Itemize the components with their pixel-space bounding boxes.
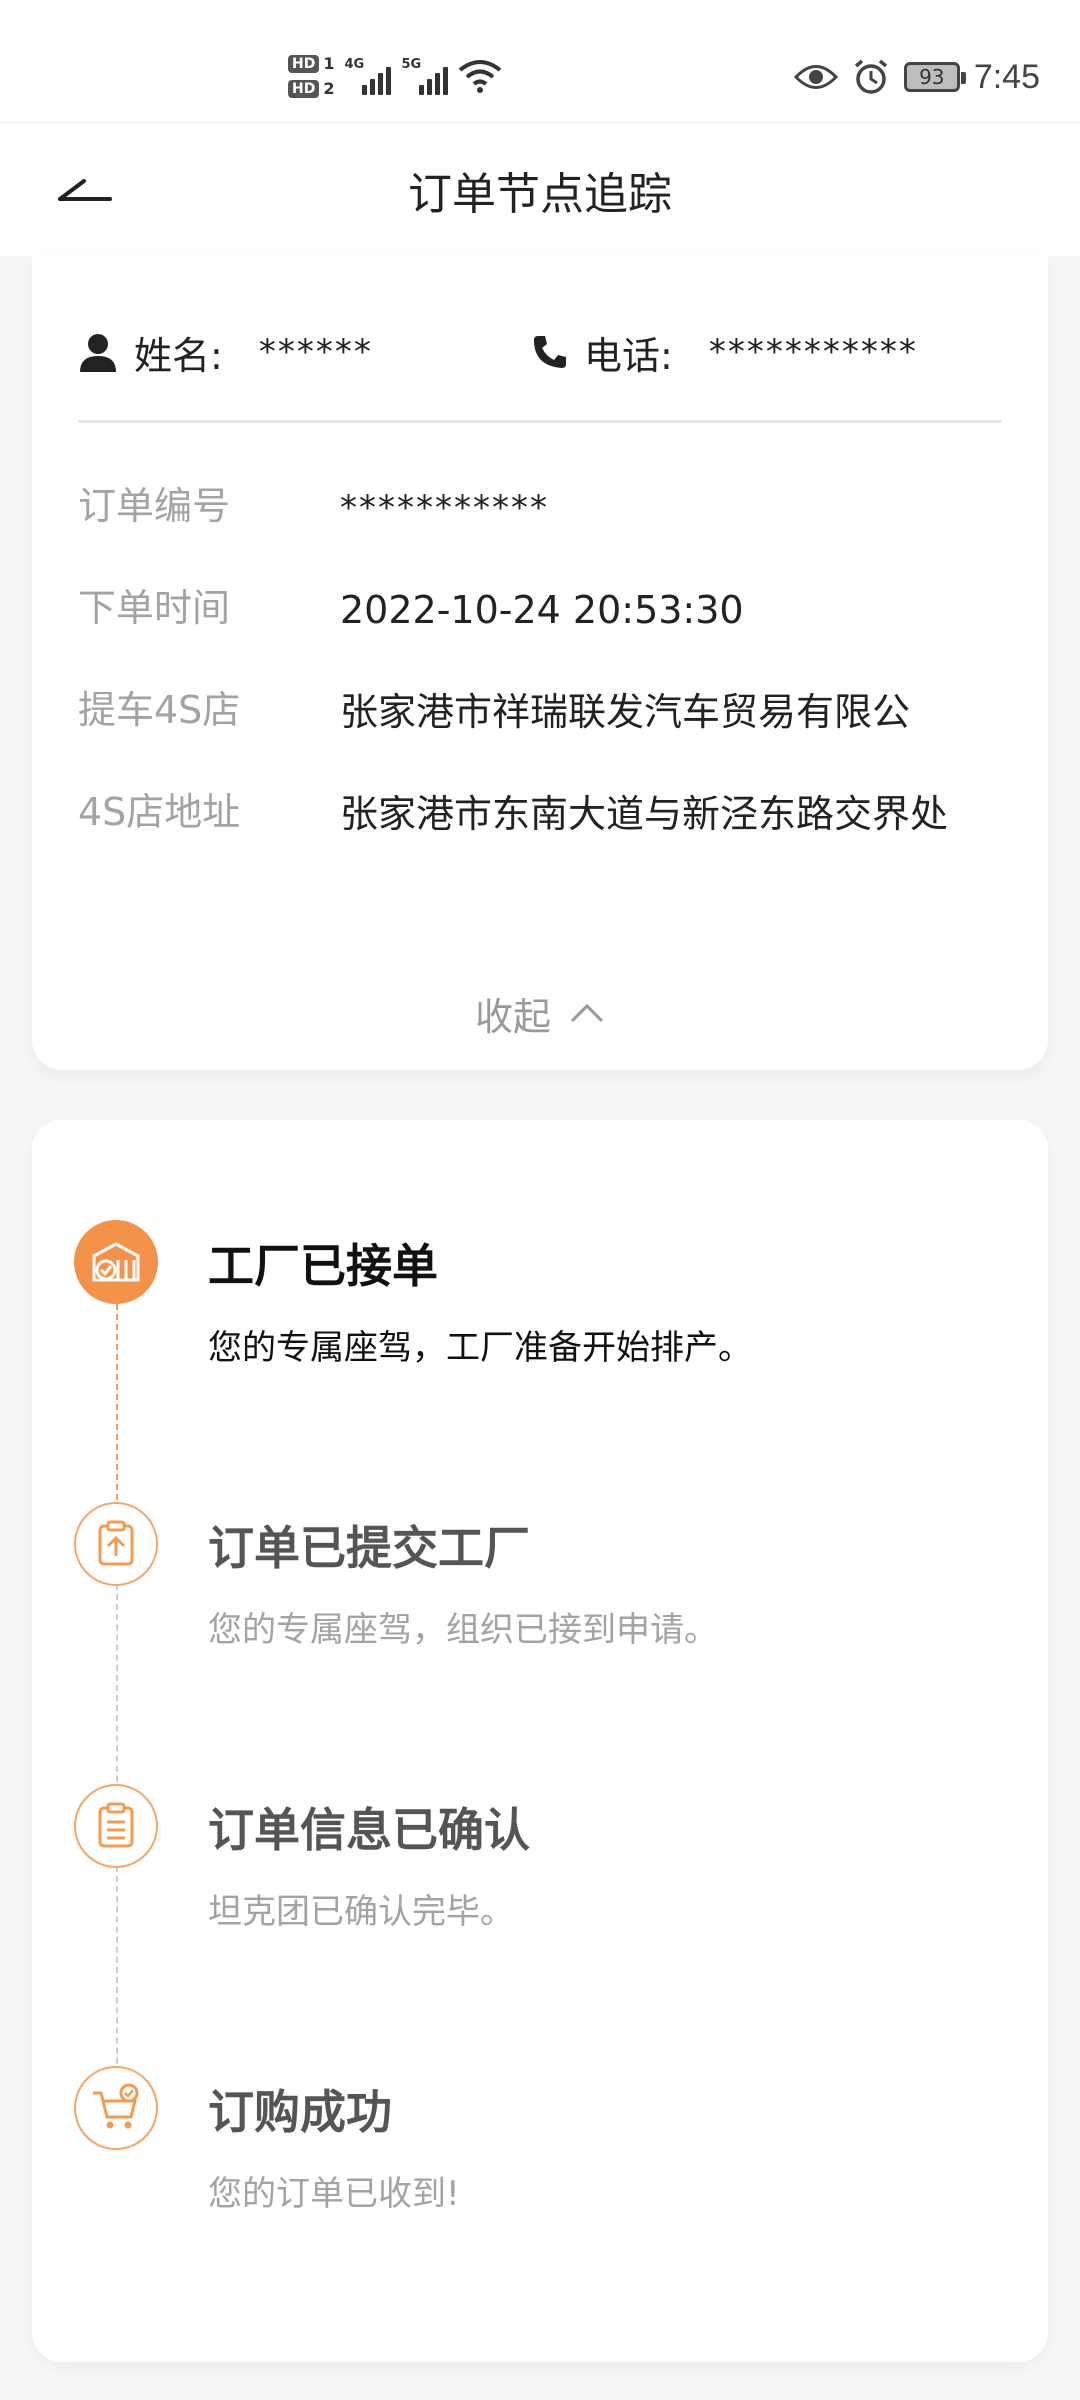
info-label: 订单编号 xyxy=(78,484,231,528)
status-left: HD 1 HD 2 4G 5G xyxy=(288,44,502,108)
battery-indicator: 93 xyxy=(903,62,966,92)
clipboard-list-icon xyxy=(74,1784,158,1868)
contact-row: 姓名: ****** 电话: *********** xyxy=(78,316,1002,388)
collapse-label: 收起 xyxy=(474,994,551,1039)
info-label: 下单时间 xyxy=(78,586,231,630)
phone-value: *********** xyxy=(708,332,918,372)
chevron-up-icon xyxy=(570,1003,604,1023)
info-label: 提车4S店 xyxy=(78,688,241,732)
timeline-step: 订购成功 您的订单已收到! xyxy=(74,2066,1014,2246)
phone-icon xyxy=(534,336,566,368)
person-icon xyxy=(80,334,116,372)
clipboard-upload-icon xyxy=(74,1502,158,1586)
order-timeline-card: 工厂已接单 您的专属座驾，工厂准备开始排产。 订单已提交工厂 您的专属座驾，组织… xyxy=(32,1120,1048,2362)
eye-icon xyxy=(793,65,838,89)
dealer-row: 提车4S店 张家港市祥瑞联发汽车贸易有限公 xyxy=(78,678,1008,746)
step-desc: 您的专属座驾，组织已接到申请。 xyxy=(208,1610,718,1650)
step-desc: 您的专属座驾，工厂准备开始排产。 xyxy=(208,1328,752,1368)
order-info-card: 姓名: ****** 电话: *********** 订单编号 ********… xyxy=(32,256,1048,1070)
factory-icon xyxy=(74,1220,158,1304)
timeline-step: 工厂已接单 您的专属座驾，工厂准备开始排产。 xyxy=(74,1220,1014,1400)
back-button[interactable] xyxy=(44,151,124,231)
alarm-icon xyxy=(854,59,887,94)
nav-bar: 订单节点追踪 xyxy=(0,122,1080,256)
timeline-step: 订单信息已确认 坦克团已确认完毕。 xyxy=(74,1784,1014,1964)
step-title: 订单信息已确认 xyxy=(208,1803,530,1857)
step-desc: 您的订单已收到! xyxy=(208,2174,460,2214)
step-title: 订购成功 xyxy=(208,2085,392,2139)
info-value: *********** xyxy=(340,488,549,528)
divider xyxy=(78,420,1002,423)
sim2-indicator: HD 2 xyxy=(288,79,334,98)
name-value: ****** xyxy=(258,332,373,372)
phone-label: 电话: xyxy=(584,333,673,378)
info-value: 2022-10-24 20:53:30 xyxy=(340,588,744,632)
shopping-cart-check-icon xyxy=(74,2066,158,2150)
signal-5g-icon: 5G xyxy=(401,57,449,95)
info-value: 张家港市祥瑞联发汽车贸易有限公 xyxy=(340,690,911,734)
dealer-address-row: 4S店地址 张家港市东南大道与新泾东路交界处 xyxy=(78,780,1008,848)
order-info-list: 订单编号 *********** 下单时间 2022-10-24 20:53:3… xyxy=(78,474,1008,886)
status-bar: HD 1 HD 2 4G 5G 93 7:45 xyxy=(0,0,1080,122)
page-title: 订单节点追踪 xyxy=(408,169,672,220)
wifi-icon xyxy=(459,60,502,93)
name-label: 姓名: xyxy=(134,333,223,378)
status-right: 93 7:45 xyxy=(793,52,1040,102)
collapse-button[interactable]: 收起 xyxy=(32,978,1048,1048)
contact-name: 姓名: ****** xyxy=(78,325,373,380)
timeline-step: 订单已提交工厂 您的专属座驾，组织已接到申请。 xyxy=(74,1502,1014,1682)
info-label: 4S店地址 xyxy=(78,790,241,834)
info-value: 张家港市东南大道与新泾东路交界处 xyxy=(340,792,949,836)
back-arrow-icon xyxy=(58,179,112,201)
step-title: 工厂已接单 xyxy=(208,1239,438,1293)
signal-4g-icon: 4G xyxy=(344,57,392,95)
step-title: 订单已提交工厂 xyxy=(208,1521,530,1575)
step-desc: 坦克团已确认完毕。 xyxy=(208,1892,514,1932)
clock: 7:45 xyxy=(973,57,1040,96)
order-number-row: 订单编号 *********** xyxy=(78,474,1008,542)
order-time-row: 下单时间 2022-10-24 20:53:30 xyxy=(78,576,1008,644)
sim1-indicator: HD 1 xyxy=(288,54,334,73)
contact-phone: 电话: *********** xyxy=(532,325,918,380)
